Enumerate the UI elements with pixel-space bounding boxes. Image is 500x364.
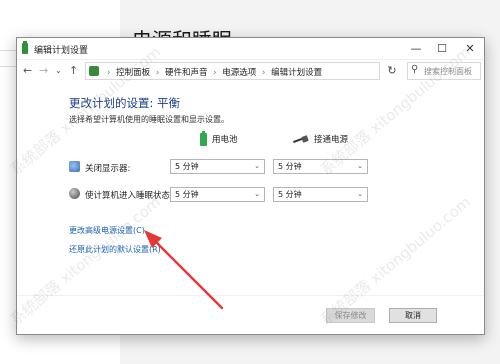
search-input[interactable]: ⚲ 搜索控制面板 [407,62,481,80]
search-icon: ⚲ [411,64,419,75]
maximize-button[interactable]: ☐ [429,40,455,57]
sleep-battery-select[interactable]: 5 分钟 ⌄ [170,187,265,202]
breadcrumb-edit-plan[interactable]: 编辑计划设置 [271,68,322,78]
plugged-column-header: 接通电源 [293,133,348,145]
advanced-power-settings-link[interactable]: 更改高级电源设置(C) [69,225,145,236]
close-button[interactable]: ✕ [457,40,483,57]
save-button[interactable]: 保存修改 [326,308,375,323]
turn-off-display-label: 关闭显示器: [85,164,131,174]
minimize-button[interactable]: — [403,40,429,57]
up-button[interactable]: ↑ [69,64,78,77]
breadcrumb-separator: › [155,68,160,78]
window-title: 编辑计划设置 [34,46,89,56]
monitor-icon [69,161,80,172]
control-panel-icon [89,66,99,76]
breadcrumb-control-panel[interactable]: 控制面板 [116,68,150,78]
power-plan-icon [22,41,28,54]
sleep-battery-value: 5 分钟 [175,190,199,199]
display-plugged-select[interactable]: 5 分钟 ⌄ [273,159,368,174]
chevron-down-icon: ⌄ [254,190,260,198]
sleep-icon [69,188,80,199]
breadcrumb-separator: › [213,68,217,78]
breadcrumb-separator: › [107,68,111,78]
cancel-button[interactable]: 取消 [389,308,437,323]
plugged-column-label: 接通电源 [314,135,349,145]
sleep-plugged-select[interactable]: 5 分钟 ⌄ [273,187,368,202]
address-bar: ← → ⌄ ↑ › 控制面板 › 硬件和声音 › 电源选项 › 编辑计划设置 ⌄… [17,60,484,82]
page-description: 选择希望计算机使用的睡眠设置和显示设置。 [69,115,229,124]
display-battery-value: 5 分钟 [175,162,199,171]
back-button[interactable]: ← [23,64,32,77]
recent-locations-dropdown[interactable]: ⌄ [55,66,62,75]
address-box[interactable]: › 控制面板 › 硬件和声音 › 电源选项 › 编辑计划设置 ⌄ [85,62,443,80]
breadcrumb: › 控制面板 › 硬件和声音 › 电源选项 › 编辑计划设置 [104,66,322,78]
search-placeholder: 搜索控制面板 [424,67,472,76]
edit-plan-settings-window: 编辑计划设置 — ☐ ✕ ← → ⌄ ↑ › 控制面板 › 硬件和声音 › 电源… [16,37,485,335]
chevron-down-icon: ⌄ [357,162,363,170]
power-plug-icon [293,136,309,144]
chevron-down-icon: ⌄ [254,162,260,170]
title-bar: 编辑计划设置 — ☐ ✕ [17,38,484,60]
breadcrumb-power-options[interactable]: 电源选项 [222,68,256,78]
refresh-button[interactable]: ↻ [382,62,402,80]
chevron-down-icon: ⌄ [357,190,363,198]
battery-column-label: 用电池 [212,135,238,145]
sleep-label: 使计算机进入睡眠状态: [85,191,173,201]
battery-column-header: 用电池 [200,131,238,146]
breadcrumb-separator: › [261,68,266,78]
page-heading: 更改计划的设置: 平衡 [69,96,181,110]
forward-button[interactable]: → [39,64,48,77]
display-battery-select[interactable]: 5 分钟 ⌄ [170,159,265,174]
footer-divider [17,295,484,296]
battery-icon [200,131,207,146]
breadcrumb-hardware-sound[interactable]: 硬件和声音 [165,68,208,78]
sleep-plugged-value: 5 分钟 [278,190,302,199]
restore-defaults-link[interactable]: 还原此计划的默认设置(R) [69,244,161,255]
display-plugged-value: 5 分钟 [278,162,302,171]
